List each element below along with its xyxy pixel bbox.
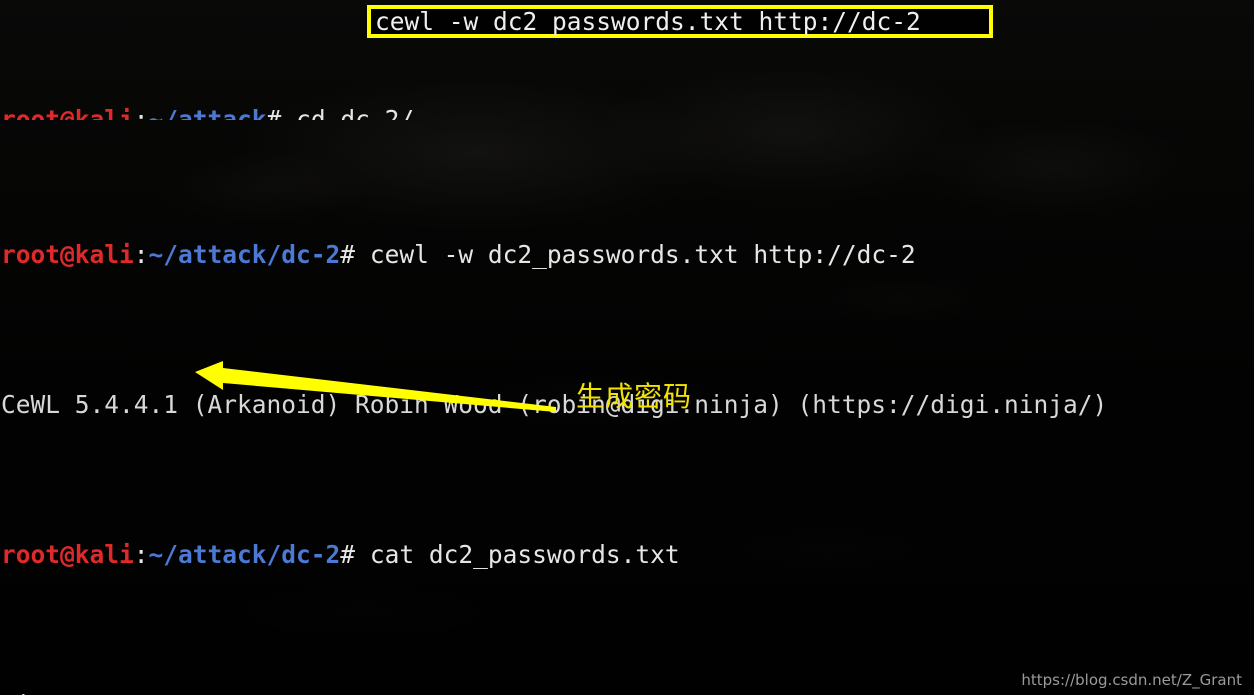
prompt-user-host: root@kali [1,105,134,120]
terminal-line-prompt-cd: root@kali:~/attack# cd dc-2/ [0,105,1254,120]
terminal-line-prompt-cat: root@kali:~/attack/dc-2# cat dc2_passwor… [0,540,1254,570]
terminal-line-prompt-cewl: root@kali:~/attack/dc-2# cewl -w dc2_pas… [0,240,1254,270]
highlighted-command-text: cewl -w dc2 passwords.txt http://dc-2 [375,7,921,36]
watermark-text: https://blog.csdn.net/Z_Grant [1021,671,1242,689]
prompt-colon: : [133,240,149,269]
prompt-hash: # [340,540,356,569]
prompt-user-host: root@kali [1,240,134,269]
prompt-path: ~/attack [148,105,267,120]
terminal-window: root@kali:~/attack# cd dc-2/ root@kali:~… [0,0,1254,695]
wordlist-output: sitametnecquisvelorcisitenonsedvitaeluct… [0,690,1254,695]
wordlist-item: sit [0,690,1254,695]
prompt-colon: : [133,105,149,120]
prompt-hash: # [340,240,356,269]
command-cd: cd dc-2/ [281,105,415,120]
prompt-colon: : [133,540,149,569]
annotation-label: 生成密码 [576,380,693,413]
prompt-path: ~/attack/dc-2 [148,240,341,269]
prompt-hash: # [266,105,282,120]
command-cewl: cewl -w dc2_passwords.txt http://dc-2 [355,240,916,269]
command-cat: cat dc2_passwords.txt [355,540,680,569]
prompt-path: ~/attack/dc-2 [148,540,341,569]
terminal-text-area[interactable]: root@kali:~/attack# cd dc-2/ root@kali:~… [0,0,1254,695]
prompt-user-host: root@kali [1,540,134,569]
